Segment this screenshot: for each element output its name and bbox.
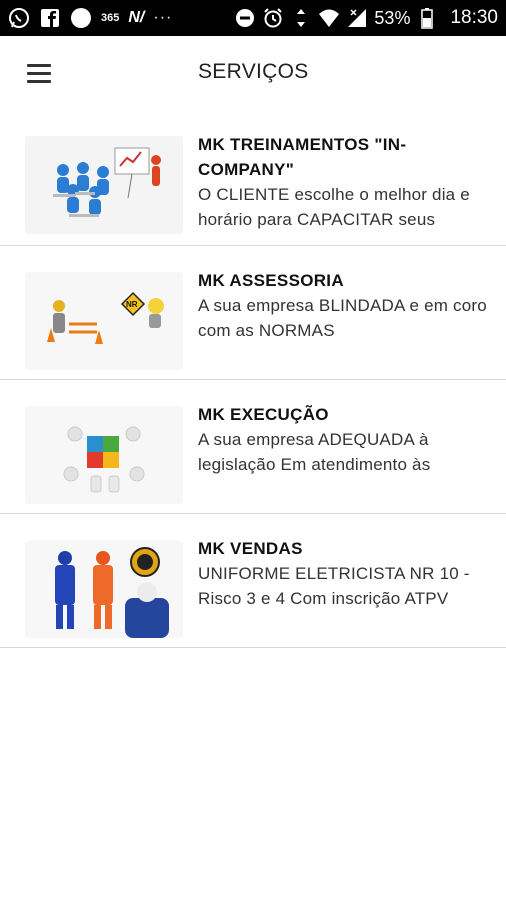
item-description: A sua empresa BLINDADA e em coro com as … bbox=[198, 296, 487, 340]
signal-icon bbox=[346, 7, 368, 29]
svg-text:NR: NR bbox=[126, 300, 138, 309]
wifi-icon bbox=[318, 7, 340, 29]
nv-icon: N/ bbox=[128, 9, 145, 26]
item-description: A sua empresa ADEQUADA à legislação Em a… bbox=[198, 430, 431, 474]
list-item-vendas[interactable]: MK VENDAS UNIFORME ELETRICISTA NR 10 - R… bbox=[0, 514, 506, 648]
uniforms-image bbox=[25, 540, 183, 638]
app-bar: SERVIÇOS bbox=[0, 36, 506, 110]
status-bar: 365 N/ ··· 53% 18:30 bbox=[0, 0, 506, 36]
page-title: SERVIÇOS bbox=[198, 60, 309, 83]
app-365-icon: 365 bbox=[101, 12, 120, 24]
item-title: MK TREINAMENTOS "IN-COMPANY" bbox=[198, 135, 407, 179]
clock: 18:30 bbox=[450, 7, 498, 28]
item-description: O CLIENTE escolhe o melhor dia e horário… bbox=[198, 185, 470, 229]
list-item-treinamentos[interactable]: MK TREINAMENTOS "IN-COMPANY" O CLIENTE e… bbox=[0, 110, 506, 246]
data-arrows-icon bbox=[290, 7, 312, 29]
battery-icon bbox=[416, 7, 438, 29]
item-description: UNIFORME ELETRICISTA NR 10 - Risco 3 e 4… bbox=[198, 564, 470, 608]
item-title: MK EXECUÇÃO bbox=[198, 405, 329, 424]
training-presentation-image bbox=[25, 136, 183, 234]
battery-percent: 53% bbox=[374, 7, 411, 28]
circle-icon bbox=[70, 7, 92, 29]
item-title: MK VENDAS bbox=[198, 539, 303, 558]
dnd-icon bbox=[234, 7, 256, 29]
hamburger-menu-icon[interactable] bbox=[18, 56, 62, 90]
item-title: MK ASSESSORIA bbox=[198, 271, 344, 290]
services-list: MK TREINAMENTOS "IN-COMPANY" O CLIENTE e… bbox=[0, 110, 506, 648]
alarm-icon bbox=[262, 7, 284, 29]
facebook-icon bbox=[39, 7, 61, 29]
puzzle-team-image bbox=[25, 406, 183, 504]
list-item-assessoria[interactable]: NR MK ASSESSORIA A sua empresa BLINDADA … bbox=[0, 246, 506, 380]
whatsapp-icon bbox=[8, 7, 30, 29]
list-item-execucao[interactable]: MK EXECUÇÃO A sua empresa ADEQUADA à leg… bbox=[0, 380, 506, 514]
more-dots-icon: ··· bbox=[153, 9, 173, 26]
construction-nr-image: NR bbox=[25, 272, 183, 370]
